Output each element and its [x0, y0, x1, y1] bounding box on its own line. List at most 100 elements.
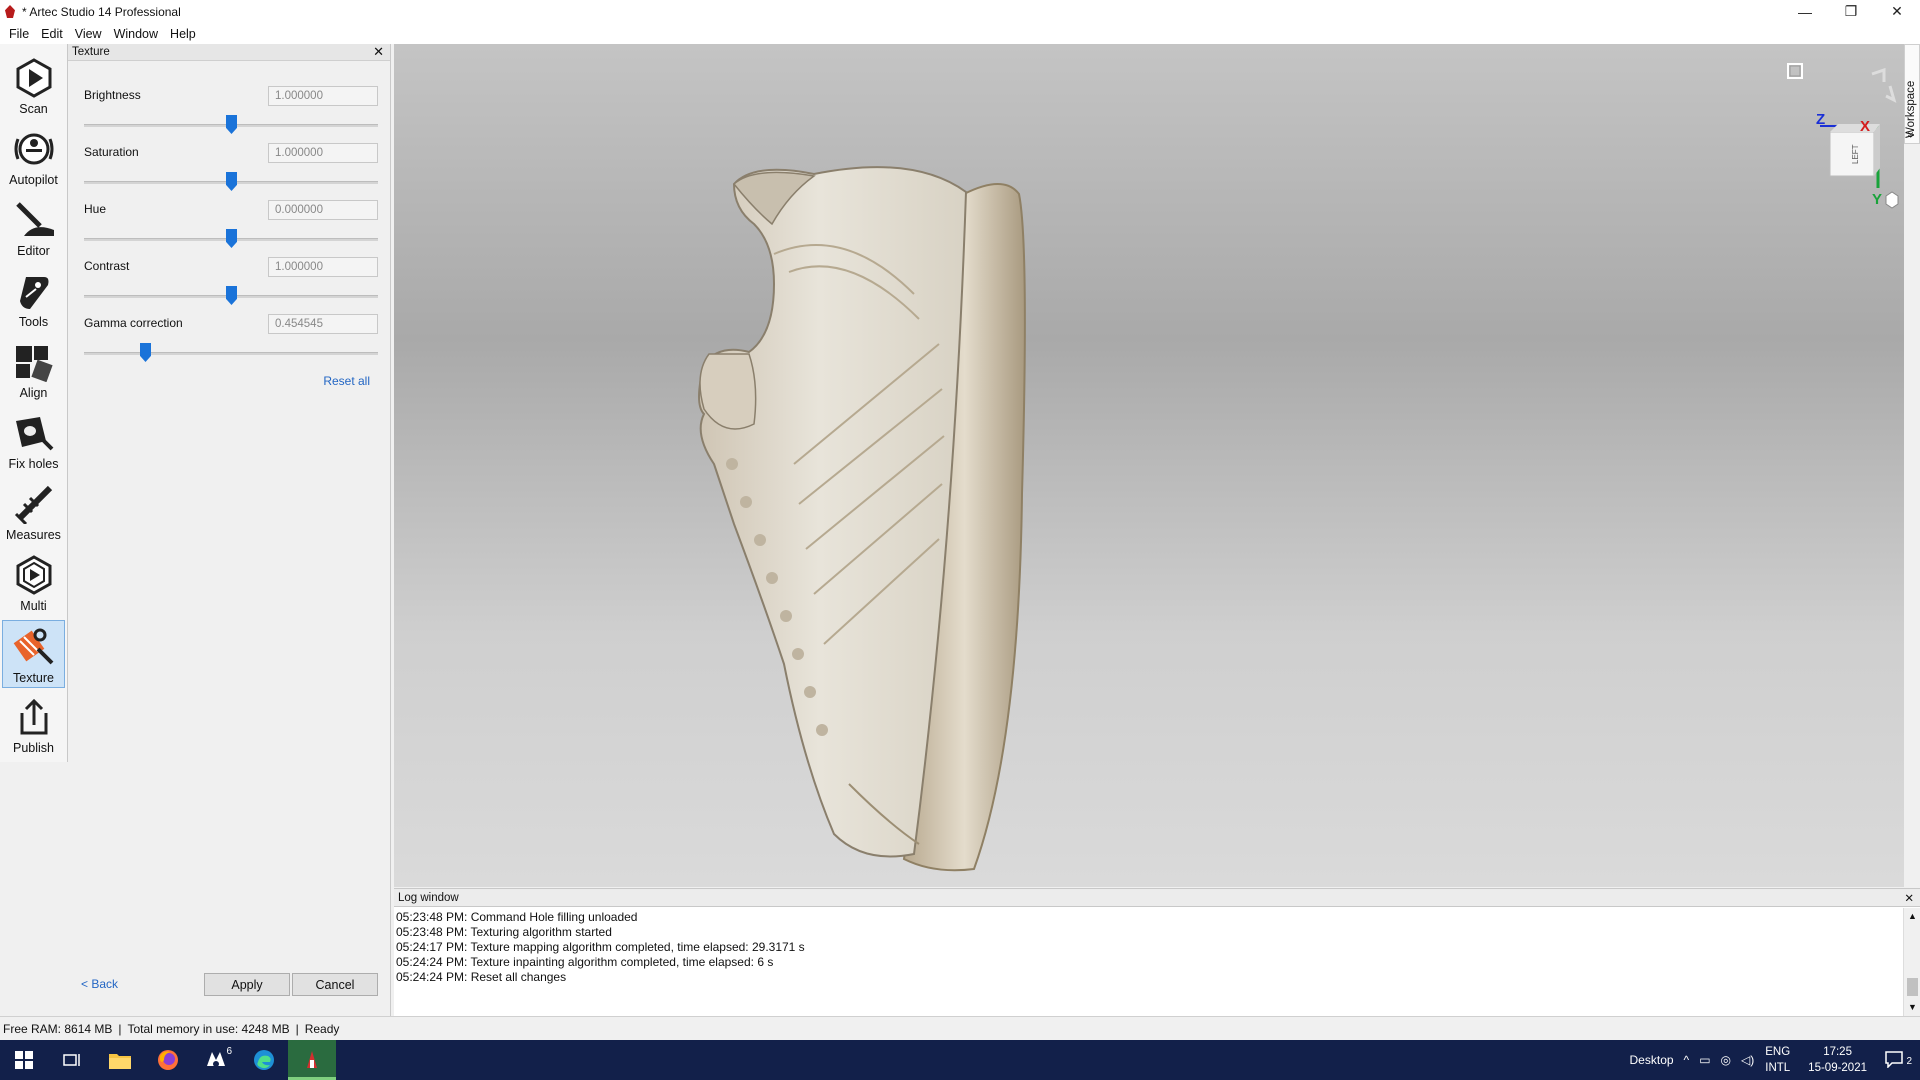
tool-publish-label: Publish	[13, 741, 54, 755]
rotate-down-icon	[1885, 85, 1897, 103]
scroll-down-icon[interactable]: ▼	[1908, 1002, 1917, 1012]
param-brightness: Brightness 1.000000	[84, 86, 378, 143]
file-explorer-icon[interactable]	[96, 1040, 144, 1080]
brightness-slider[interactable]	[84, 115, 378, 135]
log-close-icon[interactable]: ✕	[1904, 891, 1914, 905]
slider-thumb[interactable]	[226, 115, 237, 134]
notifications-button[interactable]: 2	[1884, 1050, 1914, 1071]
tool-align[interactable]: Align	[2, 336, 65, 404]
app-with-badge-icon[interactable]: 6	[192, 1040, 240, 1080]
panel-title: Texture	[72, 46, 110, 58]
tool-autopilot-label: Autopilot	[9, 173, 58, 187]
language-indicator[interactable]: ENG INTL	[1765, 1044, 1790, 1076]
tool-tools[interactable]: Tools	[2, 265, 65, 333]
tool-publish[interactable]: Publish	[2, 691, 65, 759]
volume-icon[interactable]: ◁)	[1741, 1053, 1754, 1067]
notification-count: 2	[1906, 1055, 1912, 1067]
param-value-field[interactable]: 1.000000	[268, 257, 378, 277]
scroll-up-icon[interactable]: ▲	[1908, 911, 1917, 921]
saturation-slider[interactable]	[84, 172, 378, 192]
param-value-field[interactable]: 0.454545	[268, 314, 378, 334]
system-tray: Desktop ^ ▭ ◎ ◁) ENG INTL 17:25 15-09-20…	[1625, 1040, 1920, 1080]
slider-thumb[interactable]	[226, 286, 237, 305]
log-line: 05:23:48 PM: Command Hole filling unload…	[396, 910, 638, 924]
tool-fix-holes[interactable]: Fix holes	[2, 407, 65, 475]
edge-icon[interactable]	[240, 1040, 288, 1080]
workspace-tab[interactable]: « Workspace	[1904, 44, 1920, 144]
tool-texture-label: Texture	[13, 671, 54, 685]
slider-thumb[interactable]	[140, 343, 151, 362]
maximize-button[interactable]: ❐	[1828, 0, 1874, 23]
tool-editor[interactable]: Editor	[2, 194, 65, 262]
hue-slider[interactable]	[84, 229, 378, 249]
show-hidden-icons-chevron-icon[interactable]: ^	[1684, 1053, 1690, 1067]
tool-tools-label: Tools	[18, 315, 49, 329]
panel-close-icon[interactable]: ✕	[373, 44, 384, 60]
view-cube-widget[interactable]: Z X Y LEFT	[1780, 60, 1900, 220]
slider-thumb[interactable]	[226, 229, 237, 248]
cancel-button[interactable]: Cancel	[292, 973, 378, 996]
tool-multi-label: Multi	[20, 599, 47, 613]
back-link[interactable]: < Back	[81, 977, 118, 991]
contrast-slider[interactable]	[84, 286, 378, 306]
slider-track	[84, 352, 378, 355]
tool-scan-label: Scan	[19, 102, 48, 116]
param-value-field[interactable]: 1.000000	[268, 86, 378, 106]
param-contrast: Contrast 1.000000	[84, 257, 378, 314]
close-button[interactable]: ✕	[1874, 0, 1920, 23]
param-label: Gamma correction	[84, 316, 183, 330]
multi-icon	[10, 554, 58, 596]
firefox-icon[interactable]	[144, 1040, 192, 1080]
menu-edit[interactable]: Edit	[35, 27, 69, 41]
network-globe-icon[interactable]: ◎	[1721, 1053, 1731, 1067]
rotate-left-icon	[1871, 67, 1886, 82]
publish-icon	[10, 696, 58, 738]
menu-bar: File Edit View Window Help	[0, 23, 1920, 44]
desktop-toolbar[interactable]: Desktop	[1630, 1053, 1674, 1067]
axis-x-label: X	[1860, 118, 1870, 135]
workspace-tab-label: Workspace	[1905, 80, 1917, 138]
tool-multi[interactable]: Multi	[2, 549, 65, 617]
window-controls: — ❐ ✕	[1782, 0, 1920, 23]
scan-icon	[10, 57, 58, 99]
artec-studio-taskbar-icon[interactable]	[288, 1040, 336, 1080]
menu-file[interactable]: File	[3, 27, 35, 41]
windows-start-icon[interactable]	[0, 1040, 48, 1080]
axis-y-label: Y	[1872, 191, 1882, 208]
clock[interactable]: 17:25 15-09-2021	[1808, 1044, 1867, 1076]
reset-all-link[interactable]: Reset all	[323, 374, 370, 388]
gamma-slider[interactable]	[84, 343, 378, 363]
log-line: 05:23:48 PM: Texturing algorithm started	[396, 925, 612, 939]
free-ram: Free RAM: 8614 MB	[3, 1021, 113, 1036]
menu-help[interactable]: Help	[164, 27, 202, 41]
task-view-icon[interactable]	[48, 1040, 96, 1080]
device-icon[interactable]: ▭	[1699, 1053, 1710, 1067]
tool-autopilot[interactable]: Autopilot	[2, 123, 65, 191]
param-saturation: Saturation 1.000000	[84, 143, 378, 200]
status-state: Ready	[304, 1021, 340, 1036]
tool-scan[interactable]: Scan	[2, 52, 65, 120]
scroll-thumb[interactable]	[1907, 978, 1918, 996]
editor-icon	[10, 199, 58, 241]
param-value-field[interactable]: 0.000000	[268, 200, 378, 220]
tools-icon	[10, 270, 58, 312]
taskbar: 6 Desktop ^ ▭ ◎ ◁) ENG INTL 17:25 15-09-…	[0, 1040, 1920, 1080]
log-title: Log window	[398, 891, 459, 904]
apply-button[interactable]: Apply	[204, 973, 290, 996]
log-lines: 05:23:48 PM: Command Hole filling unload…	[394, 907, 1920, 988]
menu-window[interactable]: Window	[108, 27, 164, 41]
tool-measures-label: Measures	[6, 528, 61, 542]
tool-texture[interactable]: Texture	[2, 620, 65, 688]
minimize-button[interactable]: —	[1782, 0, 1828, 23]
keyboard-layout: INTL	[1765, 1062, 1791, 1074]
log-scrollbar[interactable]: ▲ ▼	[1903, 908, 1920, 1016]
3d-viewport[interactable]: Z X Y LEFT	[394, 44, 1904, 887]
slider-thumb[interactable]	[226, 172, 237, 191]
param-hue: Hue 0.000000	[84, 200, 378, 257]
left-toolbar: Scan Autopilot Editor Tools Align Fix ho…	[0, 44, 68, 762]
menu-view[interactable]: View	[69, 27, 108, 41]
param-value-field[interactable]: 1.000000	[268, 143, 378, 163]
tool-measures[interactable]: Measures	[2, 478, 65, 546]
texture-icon	[10, 626, 58, 668]
log-line: 05:24:17 PM: Texture mapping algorithm c…	[396, 940, 805, 954]
